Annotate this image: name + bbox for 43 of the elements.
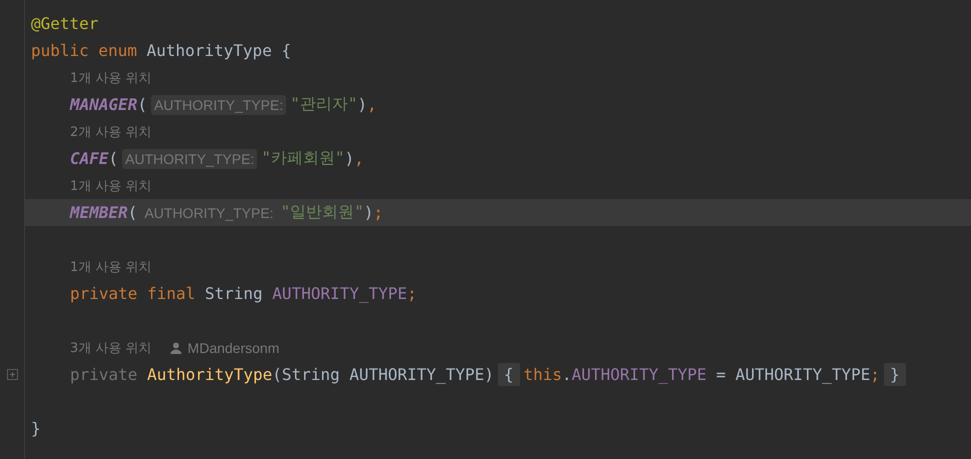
- author-hint[interactable]: MDandersonm: [188, 340, 280, 356]
- code-token: ): [344, 149, 354, 168]
- code-token: AUTHORITY_TYPE: [572, 365, 707, 384]
- person-icon: [170, 342, 182, 354]
- code-token: = AUTHORITY_TYPE: [715, 365, 870, 384]
- code-token: }: [31, 419, 41, 438]
- parameter-hint: AUTHORITY_TYPE:: [151, 94, 286, 114]
- code-token: AUTHORITY_TYPE: [272, 284, 408, 303]
- usage-hint[interactable]: 1개 사용 위치: [70, 176, 152, 194]
- usage-hint[interactable]: 3개 사용 위치: [70, 338, 152, 356]
- code-token: private final: [70, 284, 196, 303]
- code-token: (: [108, 149, 118, 168]
- code-token: ,: [367, 95, 377, 114]
- code-token: MEMBER: [70, 203, 128, 222]
- code-token: String: [204, 284, 264, 303]
- code-token: private: [70, 365, 138, 384]
- code-token: ;: [870, 365, 880, 384]
- code-token: "관리자": [290, 94, 358, 115]
- usage-hint[interactable]: 1개 사용 위치: [70, 68, 152, 86]
- code-token: this: [524, 365, 562, 384]
- code-token: ;: [407, 284, 417, 303]
- usage-hint[interactable]: 1개 사용 위치: [70, 258, 152, 276]
- code-token: (: [137, 95, 148, 114]
- code-token: ,: [354, 149, 364, 168]
- code-token: ;: [373, 203, 384, 222]
- code-token: ): [357, 95, 368, 114]
- code-token: "카페회원": [261, 148, 345, 169]
- code-token: @Getter: [31, 14, 98, 33]
- code-token: MANAGER: [70, 95, 138, 114]
- parameter-hint: AUTHORITY_TYPE:: [122, 148, 258, 168]
- code-token: public enum: [31, 41, 138, 60]
- code-token: AuthorityType: [147, 365, 272, 384]
- code-token: }: [884, 363, 906, 386]
- code-token: CAFE: [70, 149, 109, 168]
- fold-icon[interactable]: [6, 369, 18, 380]
- code-token: (: [128, 203, 138, 222]
- code-token: {: [498, 363, 520, 386]
- code-token: .: [562, 365, 572, 384]
- code-token: "일반회원": [280, 202, 364, 223]
- code-token: AuthorityType {: [146, 41, 292, 60]
- code-token: (String AUTHORITY_TYPE): [272, 365, 494, 384]
- code-token: ): [364, 203, 374, 222]
- usage-hint[interactable]: 2개 사용 위치: [70, 122, 152, 140]
